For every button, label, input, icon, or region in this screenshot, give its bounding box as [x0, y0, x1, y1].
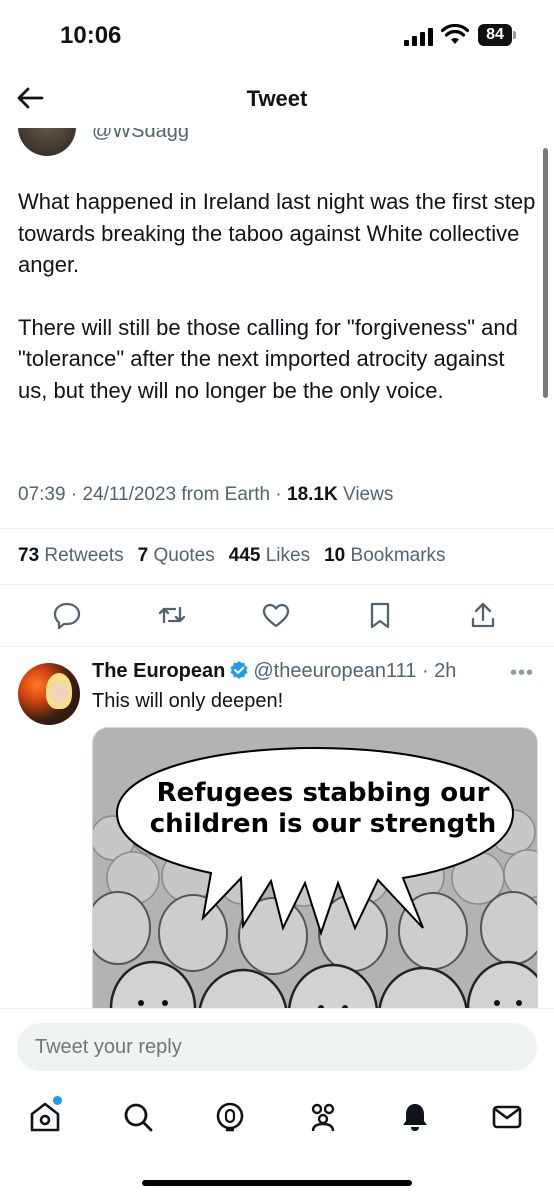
wifi-icon [441, 24, 469, 44]
avatar[interactable] [18, 663, 80, 725]
retweets-label: Retweets [44, 545, 124, 566]
spaces-icon[interactable] [213, 1100, 247, 1134]
tweet-time: 07:39 [18, 484, 66, 505]
bookmarks-stat[interactable]: 10 Bookmarks [324, 545, 445, 566]
notifications-icon[interactable] [398, 1100, 432, 1134]
reply-tweet[interactable]: The European @theeuropean111 · 2h ••• Thi… [0, 648, 554, 1008]
likes-label: Likes [265, 545, 311, 566]
status-bar: 10:06 84 [0, 0, 554, 70]
tweet-paragraph: What happened in Ireland last night was … [18, 189, 536, 277]
tweet-author[interactable]: @WSdagg [0, 128, 554, 156]
home-icon[interactable] [28, 1100, 62, 1134]
quotes-count: 7 [137, 545, 149, 566]
tweet-source: from Earth [181, 484, 271, 505]
retweets-stat[interactable]: 73 Retweets [18, 545, 124, 566]
page-title: Tweet [246, 86, 308, 111]
reply-header: The European @theeuropean111 · 2h [92, 660, 457, 682]
verified-badge-icon [230, 661, 248, 679]
notification-dot [53, 1096, 62, 1105]
reply-input[interactable] [17, 1023, 537, 1071]
search-icon[interactable] [121, 1100, 155, 1134]
nav-header: Tweet [0, 70, 554, 128]
status-time: 10:06 [60, 22, 122, 49]
likes-stat[interactable]: 445 Likes [229, 545, 310, 566]
divider [0, 646, 554, 647]
reply-icon[interactable] [52, 600, 82, 630]
tweet-text: What happened in Ireland last night was … [18, 186, 538, 437]
npc-crowd-illustration [93, 728, 537, 1008]
meme-caption: Refugees stabbing our children is our st… [149, 778, 497, 839]
battery-cap [513, 31, 516, 39]
avatar[interactable] [18, 128, 76, 156]
battery-indicator: 84 [478, 24, 512, 46]
bookmarks-count: 10 [324, 545, 346, 566]
tweet-meta: 07:39 · 24/11/2023 from Earth · 18.1K Vi… [18, 484, 394, 505]
reply-author-name[interactable]: The European [92, 660, 225, 682]
tweet-stats: 73 Retweets 7 Quotes 445 Likes 10 Bookmarks [18, 545, 460, 567]
reply-composer [0, 1008, 554, 1091]
like-icon[interactable] [261, 600, 291, 630]
likes-count: 445 [228, 545, 261, 566]
bottom-tab-bar [0, 1090, 554, 1200]
quotes-stat[interactable]: 7 Quotes [138, 545, 215, 566]
more-options-icon[interactable]: ••• [510, 662, 534, 685]
bookmarks-label: Bookmarks [350, 545, 446, 566]
views-count: 18.1K [287, 484, 338, 505]
cellular-signal-icon [404, 28, 433, 46]
tweet-paragraph: There will still be those calling for "f… [18, 314, 518, 403]
bookmark-icon[interactable] [365, 600, 395, 630]
reply-author-handle: @theeuropean111 [253, 660, 417, 682]
author-handle: @WSdagg [92, 128, 190, 142]
reply-media-image[interactable]: Refugees stabbing our children is our st… [92, 727, 538, 1008]
retweets-count: 73 [18, 545, 40, 566]
tweet-actions [0, 600, 554, 636]
reply-text: This will only deepen! [92, 690, 284, 712]
scrollbar[interactable] [543, 148, 548, 398]
communities-icon[interactable] [306, 1100, 340, 1134]
messages-icon[interactable] [490, 1100, 524, 1134]
share-icon[interactable] [468, 600, 498, 630]
views-label[interactable]: Views [343, 484, 393, 505]
tweet-date: 24/11/2023 [82, 484, 177, 505]
reply-time: 2h [434, 660, 457, 682]
divider [0, 584, 554, 585]
avatar-figure [46, 673, 72, 709]
quotes-label: Quotes [153, 545, 215, 566]
divider [0, 528, 554, 529]
home-indicator [142, 1180, 412, 1186]
retweet-icon[interactable] [157, 600, 187, 630]
